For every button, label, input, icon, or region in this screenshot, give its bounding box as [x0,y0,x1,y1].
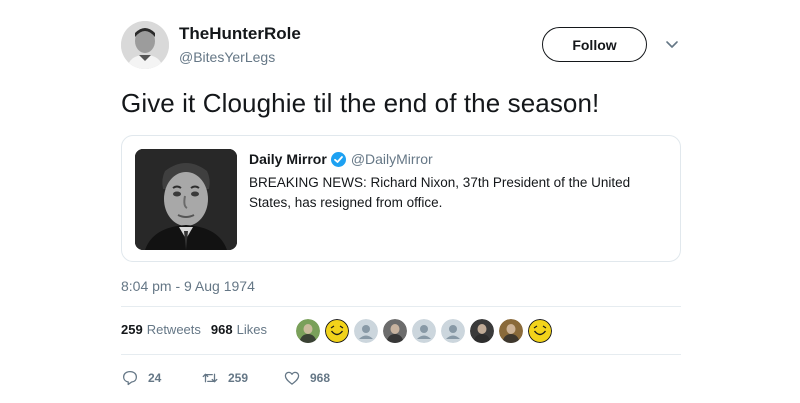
quoted-tweet-card[interactable]: Daily Mirror @DailyMirror BREAKING NEWS:… [121,135,681,262]
divider [121,354,681,355]
liker-avatar[interactable] [325,319,349,343]
tweet-actions: 24 259 968 [121,369,330,387]
tweet-timestamp[interactable]: 8:04 pm - 9 Aug 1974 [121,278,255,294]
retweets-count: 259 [121,322,143,337]
quoted-tweet-author-name[interactable]: Daily Mirror [249,151,327,167]
liker-avatar[interactable] [383,319,407,343]
author-avatar-photo [121,21,169,69]
quoted-tweet-author-handle[interactable]: @DailyMirror [351,151,433,167]
liker-avatar[interactable] [499,319,523,343]
heart-icon [284,371,300,385]
chevron-down-icon[interactable] [664,38,680,52]
retweet-icon [202,373,218,383]
quoted-tweet-text: BREAKING NEWS: Richard Nixon, 37th Presi… [249,175,631,210]
retweets-label: Retweets [146,322,201,337]
author-handle[interactable]: @BitesYerLegs [179,49,275,65]
liker-avatar-image [528,319,552,343]
reply-count: 24 [148,371,162,385]
tweet-text: Give it Cloughie til the end of the seas… [121,88,600,118]
quoted-tweet-header: Daily Mirror @DailyMirror [249,151,433,167]
likes-label: Likes [236,322,267,337]
quoted-tweet-image [135,149,237,250]
like-count: 968 [310,371,331,385]
likes-stat[interactable]: 968 Likes [211,322,267,337]
liker-avatars [296,319,557,343]
retweet-button[interactable]: 259 [201,369,283,387]
tweet-stats: 259 Retweets 968 Likes [121,322,277,337]
likes-count: 968 [210,322,233,337]
liker-avatar[interactable] [441,319,465,343]
author-avatar[interactable] [121,21,169,69]
liker-avatar-image [499,319,523,343]
liker-avatar[interactable] [470,319,494,343]
liker-avatar-image [383,319,407,343]
liker-avatar[interactable] [412,319,436,343]
reply-button[interactable]: 24 [121,369,201,387]
divider [121,306,681,307]
verified-badge-icon [330,151,346,167]
liker-avatar[interactable] [296,319,320,343]
follow-button[interactable]: Follow [542,27,647,62]
liker-avatar-image [470,319,494,343]
author-display-name[interactable]: TheHunterRole [179,24,301,44]
retweets-stat[interactable]: 259 Retweets [121,322,201,337]
liker-avatar[interactable] [528,319,552,343]
liker-avatar-image [441,319,465,343]
like-button[interactable]: 968 [283,369,330,387]
liker-avatar-image [296,319,320,343]
retweet-count: 259 [228,371,249,385]
liker-avatar-image [325,319,349,343]
reply-icon [122,370,138,386]
liker-avatar-image [412,319,436,343]
liker-avatar-image [354,319,378,343]
liker-avatar[interactable] [354,319,378,343]
